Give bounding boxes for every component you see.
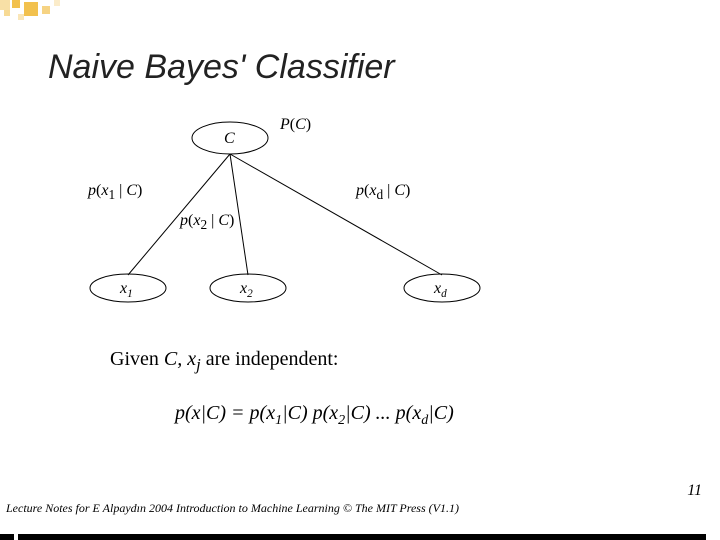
- bayes-network-diagram: C P(C) x1 x2 xd p(x1 | C) p(x2 | C) p(xd…: [80, 108, 510, 318]
- node-x2-label: x2: [240, 280, 253, 300]
- independence-statement: Given C, xj are independent:: [110, 348, 338, 375]
- slide-title: Naive Bayes' Classifier: [48, 48, 395, 87]
- root-prior-label: P(C): [280, 116, 311, 134]
- edge-label-x1: p(x1 | C): [88, 182, 142, 203]
- node-x1-label: x1: [120, 280, 133, 300]
- footer-accent-left: [0, 534, 14, 540]
- page-number: 11: [687, 482, 702, 500]
- node-xd-label: xd: [434, 280, 447, 300]
- footer-accent-bar: [18, 534, 706, 540]
- factorization-equation: p(x|C) = p(x1|C) p(x2|C) ... p(xd|C): [175, 402, 454, 429]
- corner-decoration: [0, 0, 100, 30]
- footer-citation: Lecture Notes for E Alpaydın 2004 Introd…: [6, 501, 459, 516]
- edge-label-x2: p(x2 | C): [180, 212, 234, 233]
- node-root-label: C: [224, 130, 235, 148]
- edge-label-xd: p(xd | C): [356, 182, 410, 203]
